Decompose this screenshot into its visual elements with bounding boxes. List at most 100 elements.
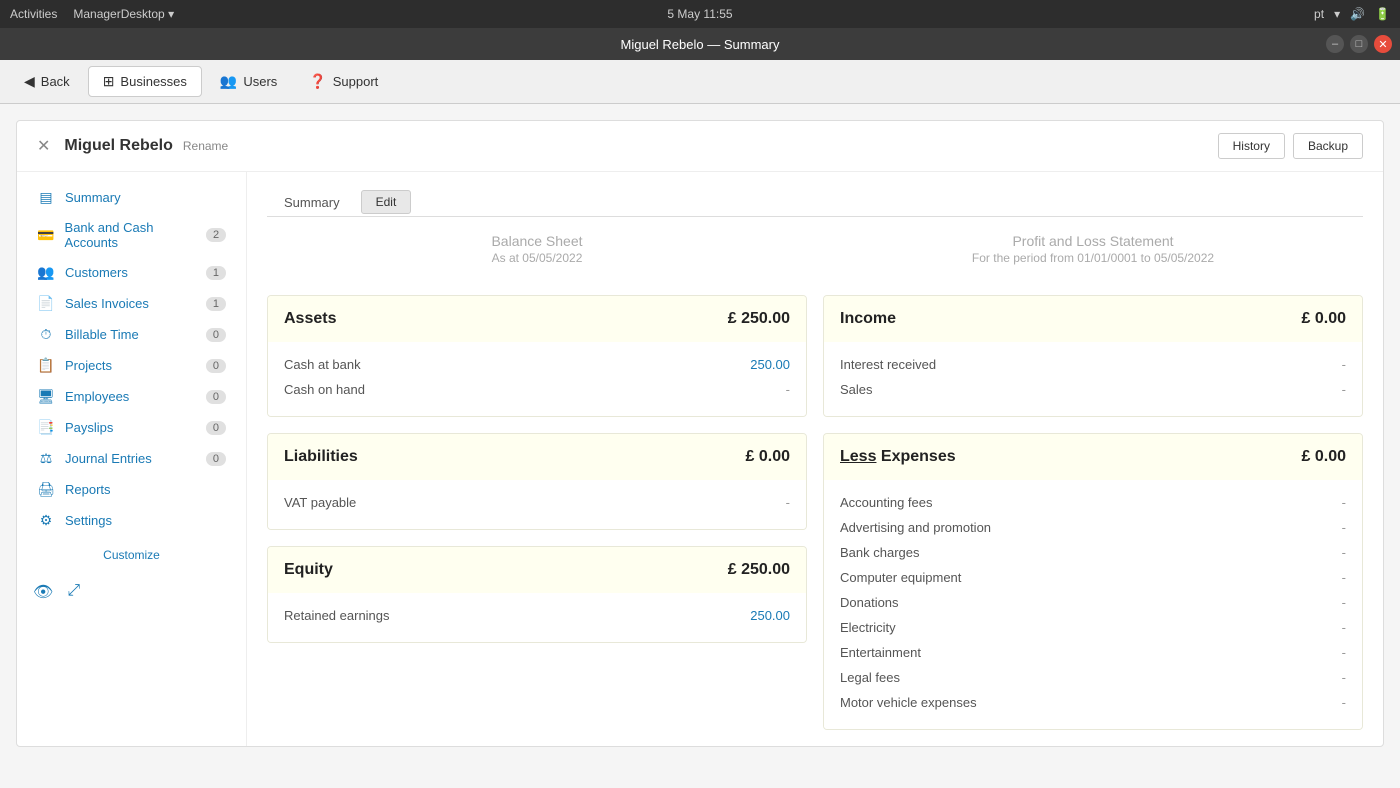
entertainment-row: Entertainment -	[840, 640, 1346, 665]
donations-value: -	[1342, 595, 1346, 610]
app-nav-bar: ◀ Back ⊞ Businesses 👥 Users ❓ Support	[0, 60, 1400, 104]
settings-icon: ⚙	[37, 512, 55, 529]
left-column: Assets £ 250.00 Cash at bank 250.00 Cash…	[267, 295, 807, 730]
cash-on-hand-label: Cash on hand	[284, 382, 365, 397]
accounting-fees-label: Accounting fees	[840, 495, 933, 510]
sidebar-label-journal-entries: Journal Entries	[65, 451, 152, 466]
cash-on-hand-value: -	[786, 382, 790, 397]
vat-payable-row: VAT payable -	[284, 490, 790, 515]
sidebar-item-employees[interactable]: 🖥 Employees 0	[17, 381, 246, 412]
expenses-header: Less Expenses £ 0.00	[824, 434, 1362, 480]
sidebar-item-customers[interactable]: 👥 Customers 1	[17, 257, 246, 288]
equity-card: Equity £ 250.00 Retained earnings 250.00	[267, 546, 807, 643]
eye-icon[interactable]: 👁	[33, 582, 53, 602]
expand-icon[interactable]: ⤢	[67, 582, 80, 602]
sidebar-item-billable-time[interactable]: ⏱ Billable Time 0	[17, 319, 246, 350]
sidebar-item-projects[interactable]: 📋 Projects 0	[17, 350, 246, 381]
electricity-row: Electricity -	[840, 615, 1346, 640]
back-button[interactable]: ◀ Back	[10, 67, 84, 96]
close-button[interactable]: ✕	[1374, 35, 1392, 53]
window-title: Miguel Rebelo — Summary	[621, 37, 780, 52]
business-panel: ✕ Miguel Rebelo Rename History Backup ▤ …	[16, 120, 1384, 747]
sidebar-item-summary[interactable]: ▤ Summary	[17, 182, 246, 213]
motor-vehicle-row: Motor vehicle expenses -	[840, 690, 1346, 715]
tab-summary[interactable]: Summary	[267, 188, 357, 216]
sidebar-item-sales-invoices[interactable]: 📄 Sales Invoices 1	[17, 288, 246, 319]
journal-entries-icon: ⚖	[37, 450, 55, 467]
manager-desktop-label[interactable]: ManagerDesktop ▾	[73, 7, 174, 21]
liabilities-body: VAT payable -	[268, 480, 806, 529]
balance-sheet-title: Balance Sheet	[267, 233, 807, 249]
sidebar-bottom: 👁 ⤢	[17, 574, 246, 610]
computer-equipment-row: Computer equipment -	[840, 565, 1346, 590]
entertainment-value: -	[1342, 645, 1346, 660]
legal-fees-row: Legal fees -	[840, 665, 1346, 690]
journal-entries-badge: 0	[206, 452, 226, 466]
sidebar-label-bank: Bank and Cash Accounts	[65, 220, 207, 250]
motor-vehicle-label: Motor vehicle expenses	[840, 695, 977, 710]
equity-amount: £ 250.00	[728, 561, 790, 579]
accounting-fees-value: -	[1342, 495, 1346, 510]
profit-loss-subtitle: For the period from 01/01/0001 to 05/05/…	[823, 251, 1363, 265]
back-icon: ◀	[24, 73, 35, 90]
vat-payable-value: -	[786, 495, 790, 510]
activities-label[interactable]: Activities	[10, 7, 57, 21]
businesses-button[interactable]: ⊞ Businesses	[88, 66, 202, 97]
users-button[interactable]: 👥 Users	[206, 67, 291, 96]
support-icon: ❓	[309, 73, 326, 90]
wifi-icon: ▾	[1334, 7, 1340, 21]
income-header: Income £ 0.00	[824, 296, 1362, 342]
sidebar-item-payslips[interactable]: 📑 Payslips 0	[17, 412, 246, 443]
minimize-button[interactable]: –	[1326, 35, 1344, 53]
tab-edit[interactable]: Edit	[361, 190, 412, 214]
sales-invoices-badge: 1	[206, 297, 226, 311]
billable-time-icon: ⏱	[37, 326, 55, 343]
system-datetime: 5 May 11:55	[667, 7, 732, 21]
backup-button[interactable]: Backup	[1293, 133, 1363, 159]
system-bar: Activities ManagerDesktop ▾ 5 May 11:55 …	[0, 0, 1400, 28]
sidebar-item-journal-entries[interactable]: ⚖ Journal Entries 0	[17, 443, 246, 474]
sidebar-item-bank[interactable]: 💳 Bank and Cash Accounts 2	[17, 213, 246, 257]
bank-charges-row: Bank charges -	[840, 540, 1346, 565]
projects-badge: 0	[206, 359, 226, 373]
retained-earnings-label: Retained earnings	[284, 608, 390, 623]
sidebar-item-reports[interactable]: 🖨 Reports	[17, 474, 246, 505]
advertising-row: Advertising and promotion -	[840, 515, 1346, 540]
expenses-title: Less Expenses	[840, 448, 956, 466]
lang-indicator: pt	[1314, 7, 1324, 21]
panel-body: ▤ Summary 💳 Bank and Cash Accounts 2 👥 C…	[17, 172, 1383, 746]
employees-badge: 0	[206, 390, 226, 404]
interest-received-row: Interest received -	[840, 352, 1346, 377]
balance-sheet-header: Balance Sheet As at 05/05/2022	[267, 233, 807, 265]
profit-loss-header: Profit and Loss Statement For the period…	[823, 233, 1363, 265]
battery-icon: 🔋	[1375, 7, 1390, 21]
cash-at-bank-value[interactable]: 250.00	[750, 357, 790, 372]
right-column: Income £ 0.00 Interest received - Sales	[823, 295, 1363, 730]
expenses-card: Less Expenses £ 0.00 Accounting fees -	[823, 433, 1363, 730]
sidebar-label-sales-invoices: Sales Invoices	[65, 296, 149, 311]
close-business-icon[interactable]: ✕	[37, 136, 50, 156]
accounting-fees-row: Accounting fees -	[840, 490, 1346, 515]
retained-earnings-row: Retained earnings 250.00	[284, 603, 790, 628]
electricity-value: -	[1342, 620, 1346, 635]
donations-row: Donations -	[840, 590, 1346, 615]
customize-link[interactable]: Customize	[17, 536, 246, 574]
legal-fees-label: Legal fees	[840, 670, 900, 685]
sidebar-label-summary: Summary	[65, 190, 121, 205]
computer-equipment-label: Computer equipment	[840, 570, 961, 585]
sidebar-item-settings[interactable]: ⚙ Settings	[17, 505, 246, 536]
liabilities-amount: £ 0.00	[746, 448, 790, 466]
assets-card: Assets £ 250.00 Cash at bank 250.00 Cash…	[267, 295, 807, 417]
advertising-label: Advertising and promotion	[840, 520, 991, 535]
retained-earnings-value[interactable]: 250.00	[750, 608, 790, 623]
bank-charges-value: -	[1342, 545, 1346, 560]
support-button[interactable]: ❓ Support	[295, 67, 392, 96]
projects-icon: 📋	[37, 357, 55, 374]
maximize-button[interactable]: □	[1350, 35, 1368, 53]
users-icon: 👥	[220, 73, 237, 90]
income-card: Income £ 0.00 Interest received - Sales	[823, 295, 1363, 417]
history-button[interactable]: History	[1218, 133, 1285, 159]
income-amount: £ 0.00	[1302, 310, 1346, 328]
cash-at-bank-label: Cash at bank	[284, 357, 361, 372]
rename-link[interactable]: Rename	[183, 139, 228, 153]
